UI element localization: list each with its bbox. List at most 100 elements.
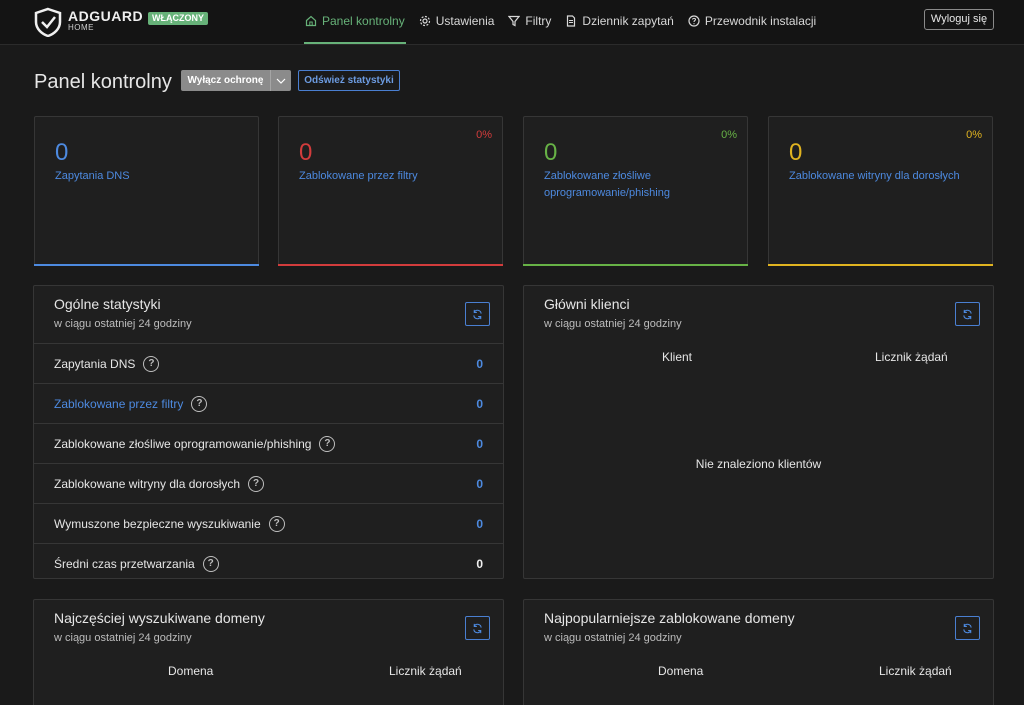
help-icon[interactable]: ? xyxy=(248,475,265,492)
panel-subtitle: w ciągu ostatniej 24 godziny xyxy=(544,318,682,330)
stat-bar xyxy=(523,264,748,266)
help-icon[interactable]: ? xyxy=(191,395,208,412)
refresh-button[interactable] xyxy=(465,302,490,326)
stat-value: 0 xyxy=(544,139,558,166)
main-nav: Panel kontrolny Ustawienia Filtry Dzienn… xyxy=(298,0,823,44)
top-blocked-domains-panel: Najpopularniejsze zablokowane domeny w c… xyxy=(523,599,994,705)
stats-row-label: Wymuszone bezpieczne wyszukiwanie? xyxy=(54,515,285,532)
top-queried-domains-panel: Najczęściej wyszukiwane domeny w ciągu o… xyxy=(33,599,504,705)
stats-row-text: Wymuszone bezpieczne wyszukiwanie xyxy=(54,516,261,531)
stats-row-value: 0 xyxy=(476,476,483,491)
top-header: ADGUARD HOME WŁĄCZONY Panel kontrolny Us… xyxy=(0,0,1024,45)
stats-row-value: 0 xyxy=(476,396,483,411)
nav-item-setup-guide[interactable]: Przewodnik instalacji xyxy=(681,0,823,42)
nav-item-query-log[interactable]: Dziennik zapytań xyxy=(558,0,680,42)
refresh-icon xyxy=(473,309,482,319)
nav-item-label: Ustawienia xyxy=(435,14,495,28)
refresh-button[interactable] xyxy=(465,616,490,640)
stats-row-text: Zapytania DNS xyxy=(54,356,136,371)
protection-dropdown-toggle[interactable] xyxy=(270,70,291,91)
stat-label[interactable]: Zablokowane przez filtry xyxy=(299,168,489,185)
stat-value: 0 xyxy=(789,139,803,166)
stats-row-text: Zablokowane złośliwe oprogramowanie/phis… xyxy=(54,436,312,451)
nav-item-label: Przewodnik instalacji xyxy=(704,14,817,28)
stats-row-safe-search: Wymuszone bezpieczne wyszukiwanie? 0 xyxy=(34,503,503,543)
column-header-request-count: Licznik żądań xyxy=(875,350,948,364)
refresh-statistics-button[interactable]: Odśwież statystyki xyxy=(298,70,400,91)
panel-subtitle: w ciągu ostatniej 24 godziny xyxy=(54,632,192,644)
stats-row-blocked-adult: Zablokowane witryny dla dorosłych? 0 xyxy=(34,463,503,503)
help-icon[interactable]: ? xyxy=(319,435,336,452)
stat-label: Zapytania DNS xyxy=(55,170,130,182)
stats-row-avg-processing-time: Średni czas przetwarzania? 0 xyxy=(34,543,503,583)
disable-protection-label: Wyłącz ochronę xyxy=(187,75,264,86)
column-header-request-count: Licznik żądań xyxy=(389,664,462,678)
stat-card-blocked-adult: 0% 0 Zablokowane witryny dla dorosłych xyxy=(768,116,993,266)
stat-bar xyxy=(768,264,993,266)
stats-row-blocked-malware: Zablokowane złośliwe oprogramowanie/phis… xyxy=(34,423,503,463)
stats-row-blocked-filters: Zablokowane przez filtry? 0 xyxy=(34,383,503,423)
page-title: Panel kontrolny xyxy=(34,71,172,93)
panel-title: Ogólne statystyki xyxy=(54,296,161,312)
stat-percent: 0% xyxy=(721,129,737,141)
logout-button[interactable]: Wyloguj się xyxy=(924,9,994,30)
nav-item-label: Dziennik zapytań xyxy=(582,14,674,28)
nav-item-filters[interactable]: Filtry xyxy=(501,0,558,42)
stats-row-dns-queries: Zapytania DNS? 0 xyxy=(34,343,503,383)
column-header-request-count: Licznik żądań xyxy=(879,664,952,678)
stat-card-blocked-filters: 0% 0 Zablokowane przez filtry xyxy=(278,116,503,266)
help-icon[interactable]: ? xyxy=(143,355,160,372)
brand: ADGUARD HOME xyxy=(68,9,143,33)
help-icon[interactable]: ? xyxy=(202,555,219,572)
filter-icon xyxy=(508,15,521,27)
status-badge: WŁĄCZONY xyxy=(148,12,208,25)
general-statistics-panel: Ogólne statystyki w ciągu ostatniej 24 g… xyxy=(33,285,504,579)
stats-row-text: Średni czas przetwarzania xyxy=(54,556,195,571)
stats-row-label: Zapytania DNS? xyxy=(54,355,160,372)
panel-title: Najpopularniejsze zablokowane domeny xyxy=(544,610,795,626)
stats-row-label: Zablokowane witryny dla dorosłych? xyxy=(54,475,265,492)
stat-percent: 0% xyxy=(476,129,492,141)
nav-item-settings[interactable]: Ustawienia xyxy=(412,0,502,42)
stats-row-label[interactable]: Zablokowane przez filtry? xyxy=(54,395,208,412)
brand-name: ADGUARD xyxy=(68,8,144,24)
empty-message: Nie znaleziono klientów xyxy=(695,457,822,471)
panel-title: Główni klienci xyxy=(544,296,630,312)
refresh-button[interactable] xyxy=(955,302,980,326)
stats-row-value: 0 xyxy=(476,516,483,531)
stats-row-label: Zablokowane złośliwe oprogramowanie/phis… xyxy=(54,435,336,452)
help-circle-icon xyxy=(688,15,700,27)
stat-percent: 0% xyxy=(966,129,982,141)
stat-bar xyxy=(278,264,503,266)
column-header-client: Klient xyxy=(662,350,693,364)
document-icon xyxy=(567,15,576,27)
panel-subtitle: w ciągu ostatniej 24 godziny xyxy=(54,318,192,330)
nav-item-label: Filtry xyxy=(525,14,552,28)
stats-row-text[interactable]: Zablokowane przez filtry xyxy=(54,397,183,411)
refresh-icon xyxy=(473,623,482,633)
stat-value: 0 xyxy=(55,139,69,166)
chevron-down-icon xyxy=(276,78,286,84)
adguard-logo-icon[interactable] xyxy=(33,7,63,37)
stat-card-dns-queries: 0 Zapytania DNS xyxy=(34,116,259,266)
nav-item-label: Panel kontrolny xyxy=(322,14,405,28)
brand-sub: HOME xyxy=(68,23,94,32)
help-icon[interactable]: ? xyxy=(268,515,285,532)
stats-row-value: 0 xyxy=(476,356,483,371)
stats-row-text: Zablokowane witryny dla dorosłych xyxy=(54,476,241,491)
column-header-domain: Domena xyxy=(168,664,214,678)
stats-row-label: Średni czas przetwarzania? xyxy=(54,555,219,572)
panel-subtitle: w ciągu ostatniej 24 godziny xyxy=(544,632,682,644)
stats-row-value: 0 xyxy=(476,556,483,571)
top-clients-panel: Główni klienci w ciągu ostatniej 24 godz… xyxy=(523,285,994,579)
disable-protection-button[interactable]: Wyłącz ochronę xyxy=(181,70,291,91)
stats-row-value: 0 xyxy=(476,436,483,451)
home-icon xyxy=(305,15,317,27)
nav-item-dashboard[interactable]: Panel kontrolny xyxy=(298,0,412,44)
gear-icon xyxy=(419,15,430,27)
refresh-icon xyxy=(963,623,972,633)
refresh-button[interactable] xyxy=(955,616,980,640)
stat-label: Zablokowane witryny dla dorosłych xyxy=(789,170,960,182)
stat-label: Zablokowane złośliwe oprogramowanie/phis… xyxy=(544,170,670,199)
stat-bar xyxy=(34,264,259,266)
